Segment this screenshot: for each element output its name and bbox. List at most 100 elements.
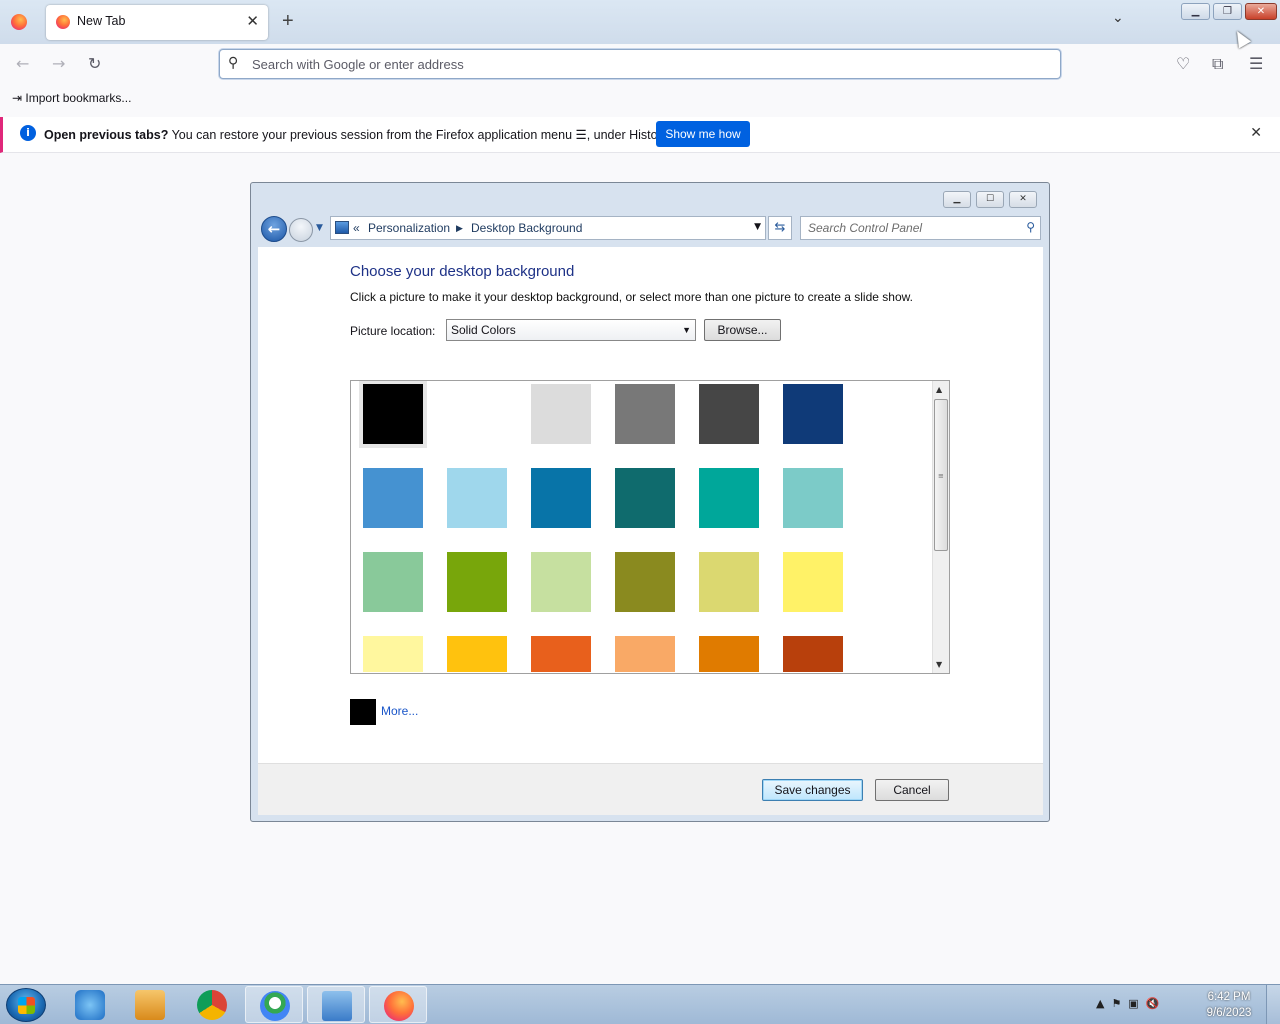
firefox-favicon-icon — [56, 15, 70, 29]
taskbar-media-player[interactable] — [121, 986, 179, 1023]
color-swatch[interactable] — [615, 468, 675, 528]
extensions-icon[interactable]: ⧉ — [1212, 54, 1223, 74]
tab-close-icon[interactable]: ✕ — [246, 12, 259, 30]
color-swatch[interactable] — [699, 636, 759, 672]
close-window-button[interactable]: ✕ — [1245, 3, 1277, 20]
color-swatch[interactable] — [447, 552, 507, 612]
chrome-icon — [197, 990, 227, 1020]
color-swatch[interactable] — [783, 384, 843, 444]
color-swatch[interactable] — [699, 384, 759, 444]
system-tray[interactable]: ▲ ⚑ ▣ 🔇 — [1096, 997, 1159, 1010]
color-swatch[interactable] — [531, 552, 591, 612]
color-swatch[interactable] — [531, 384, 591, 444]
color-swatch[interactable] — [783, 636, 843, 672]
forward-button[interactable] — [289, 218, 313, 242]
address-dropdown-icon[interactable]: ▼ — [754, 222, 761, 232]
window-minimize-button[interactable]: ▁ — [943, 191, 971, 208]
internet-explorer-icon — [75, 990, 105, 1020]
menu-icon[interactable]: ☰ — [1249, 54, 1263, 73]
breadcrumb[interactable]: « Personalization ▶ Desktop Background ▼ — [330, 216, 766, 240]
back-button[interactable]: ← — [261, 216, 287, 242]
color-swatch[interactable] — [699, 552, 759, 612]
swatch-scrollbar[interactable]: ▲ ≡ ▼ — [932, 381, 949, 673]
notification-message: Open previous tabs? You can restore your… — [44, 127, 671, 142]
search-icon[interactable]: ⚲ — [1026, 220, 1035, 234]
recent-pages-dropdown[interactable]: ▼ — [316, 223, 323, 233]
taskbar-internet-explorer[interactable] — [61, 986, 119, 1023]
new-tab-button[interactable]: + — [282, 10, 294, 33]
color-swatch[interactable] — [699, 468, 759, 528]
color-swatch[interactable] — [447, 468, 507, 528]
clock[interactable]: 6:42 PM 9/6/2023 — [1196, 989, 1262, 1021]
picture-location-select[interactable]: Solid Colors ▼ — [446, 319, 696, 341]
color-swatch[interactable] — [783, 468, 843, 528]
firefox-view-icon[interactable] — [11, 14, 27, 30]
url-placeholder: Search with Google or enter address — [252, 57, 464, 72]
list-all-tabs-icon[interactable]: ⌄ — [1112, 10, 1124, 26]
tab-new-tab[interactable]: New Tab ✕ — [46, 5, 268, 40]
taskbar-chrome[interactable] — [183, 986, 241, 1023]
color-swatch[interactable] — [363, 636, 423, 672]
taskbar-firefox[interactable] — [369, 986, 427, 1023]
current-color-swatch[interactable] — [350, 699, 376, 725]
taskbar: ▲ ⚑ ▣ 🔇 6:42 PM 9/6/2023 — [0, 984, 1280, 1024]
address-bar: ← ▼ « Personalization ▶ Desktop Backgrou… — [258, 215, 1044, 243]
color-swatch[interactable] — [783, 552, 843, 612]
nav-bar: ← → ↻ ⚲ Search with Google or enter addr… — [0, 44, 1280, 86]
tab-bar: New Tab ✕ + ⌄ ▁ ❐ ✕ — [0, 0, 1280, 44]
browse-button[interactable]: Browse... — [704, 319, 781, 341]
color-swatch[interactable] — [615, 636, 675, 672]
cancel-button[interactable]: Cancel — [875, 779, 949, 801]
minimize-button[interactable]: ▁ — [1181, 3, 1210, 20]
breadcrumb-separator-icon[interactable]: ▶ — [456, 223, 463, 234]
start-button[interactable] — [6, 988, 46, 1022]
picture-location-label: Picture location: — [350, 324, 436, 338]
breadcrumb-desktop-background[interactable]: Desktop Background — [471, 221, 582, 235]
session-restore-notification: i Open previous tabs? You can restore yo… — [0, 117, 1280, 153]
notification-close-icon[interactable]: ✕ — [1250, 125, 1262, 141]
more-colors-link[interactable]: More... — [381, 704, 418, 718]
color-swatch[interactable] — [531, 468, 591, 528]
show-desktop-button[interactable] — [1266, 985, 1280, 1024]
refresh-button[interactable]: ⇆ — [768, 216, 792, 240]
back-arrow-icon[interactable]: ← — [16, 54, 29, 73]
color-swatch[interactable] — [615, 384, 675, 444]
import-bookmarks-item[interactable]: ⇥ Import bookmarks... — [12, 91, 131, 105]
show-me-how-button[interactable]: Show me how — [656, 121, 750, 147]
scroll-up-icon[interactable]: ▲ — [936, 385, 942, 394]
pocket-icon[interactable]: ♡ — [1176, 54, 1190, 73]
firefox-icon — [384, 991, 414, 1021]
control-panel-icon — [322, 991, 352, 1021]
restore-button[interactable]: ❐ — [1213, 3, 1242, 20]
tab-title: New Tab — [77, 14, 126, 28]
scrollbar-thumb[interactable]: ≡ — [934, 399, 948, 551]
color-swatch[interactable] — [363, 468, 423, 528]
taskbar-maps[interactable] — [245, 986, 303, 1023]
page-description: Click a picture to make it your desktop … — [350, 290, 913, 304]
color-swatch[interactable] — [447, 384, 507, 444]
clock-date: 9/6/2023 — [1206, 1007, 1252, 1019]
search-icon: ⚲ — [228, 55, 239, 71]
reload-icon[interactable]: ↻ — [88, 54, 101, 73]
color-swatch[interactable] — [447, 636, 507, 672]
color-swatch[interactable] — [363, 552, 423, 612]
color-swatch-grid: ▲ ≡ ▼ — [350, 380, 950, 674]
color-swatch[interactable] — [531, 636, 591, 672]
breadcrumb-personalization[interactable]: Personalization — [368, 221, 450, 235]
forward-arrow-icon[interactable]: → — [52, 54, 65, 73]
notification-text: You can restore your previous session fr… — [168, 128, 671, 142]
scroll-down-icon[interactable]: ▼ — [936, 660, 942, 669]
color-swatch[interactable] — [615, 552, 675, 612]
window-maximize-button[interactable]: ☐ — [976, 191, 1004, 208]
breadcrumb-overflow[interactable]: « — [353, 221, 360, 235]
search-control-panel-input[interactable]: Search Control Panel ⚲ — [800, 216, 1041, 240]
url-bar[interactable]: ⚲ Search with Google or enter address — [219, 49, 1061, 79]
maps-icon — [260, 991, 290, 1021]
button-bar: Save changes Cancel — [258, 763, 1043, 815]
save-changes-button[interactable]: Save changes — [762, 779, 863, 801]
taskbar-control-panel[interactable] — [307, 986, 365, 1023]
search-placeholder: Search Control Panel — [808, 221, 923, 235]
notification-bold: Open previous tabs? — [44, 128, 169, 142]
window-close-button[interactable]: ✕ — [1009, 191, 1037, 208]
color-swatch[interactable] — [363, 384, 423, 444]
